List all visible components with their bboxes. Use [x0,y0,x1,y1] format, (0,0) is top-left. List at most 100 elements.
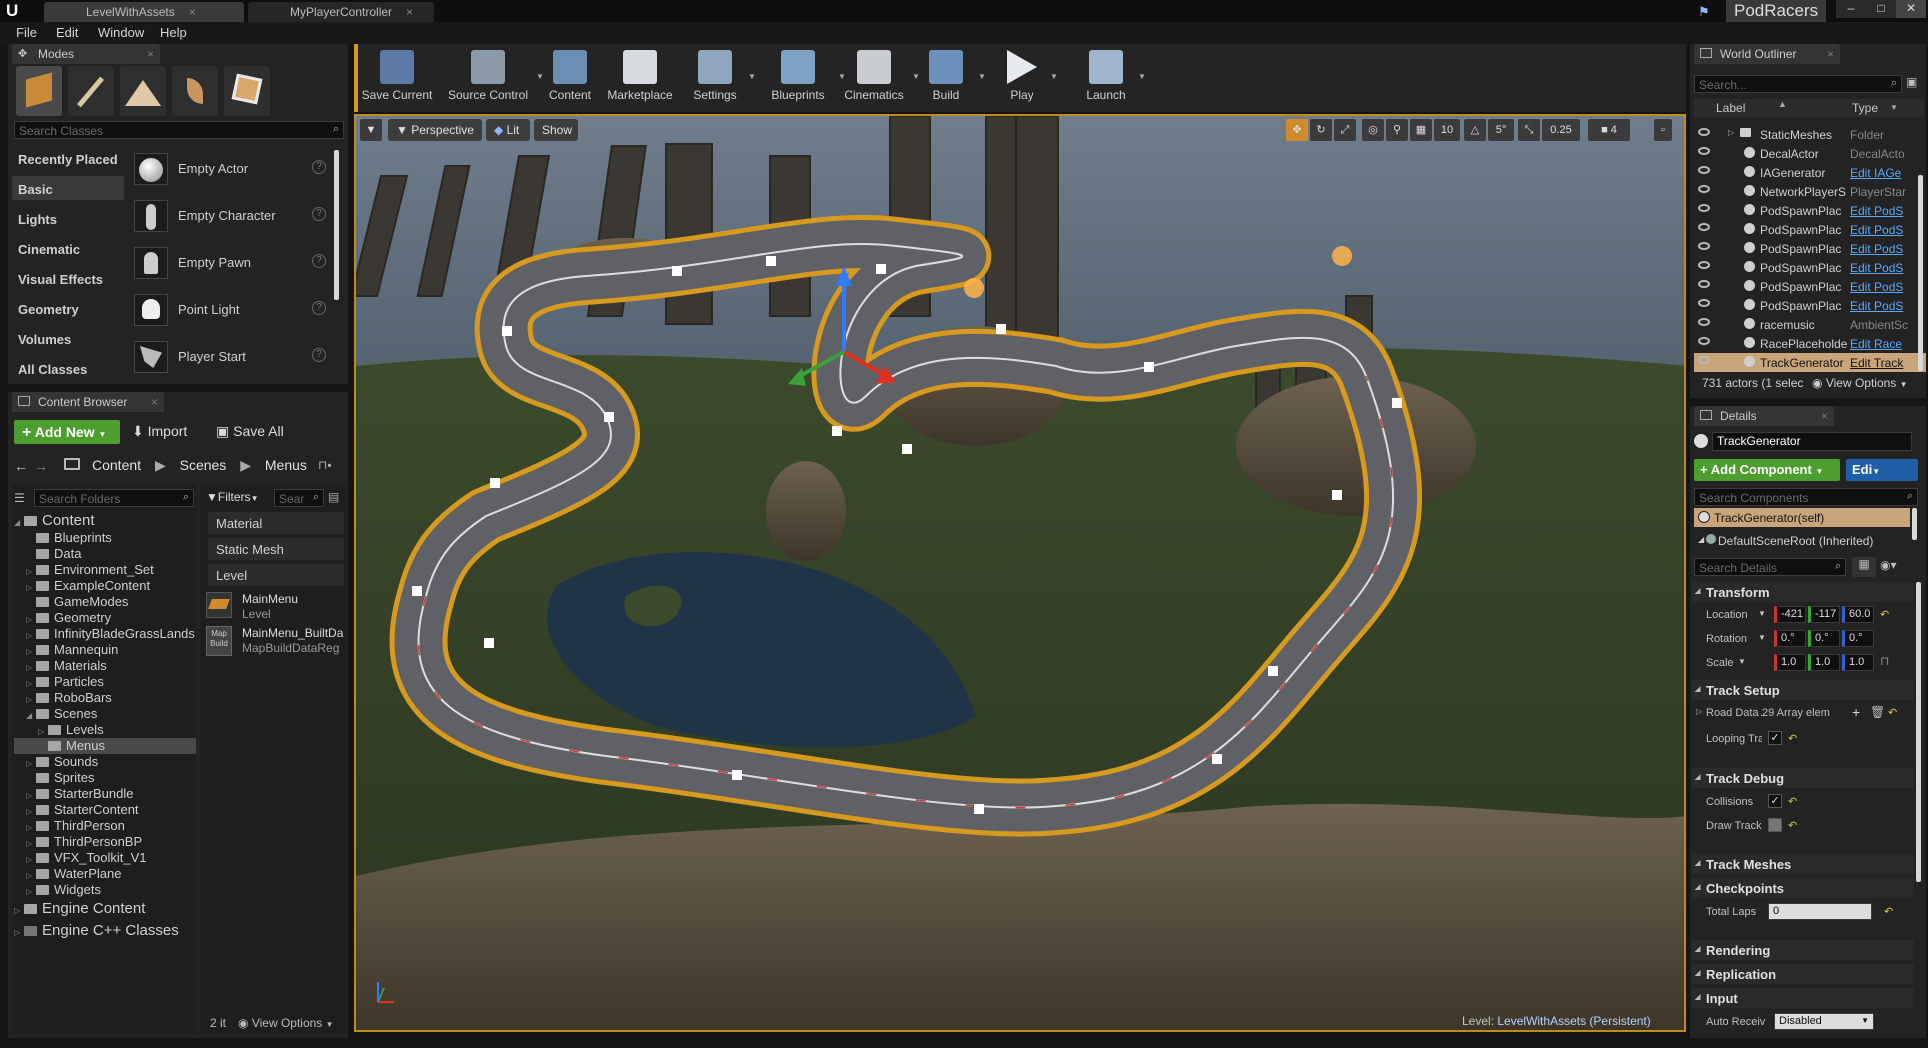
minimize-icon[interactable]: – [1836,0,1866,18]
lock-icon[interactable]: ⊓ [1880,654,1889,668]
scale-x-field[interactable]: 1.0 [1774,654,1806,671]
looping-track-checkbox[interactable]: ✓ [1768,731,1782,745]
tree-folder-item[interactable]: Sprites [14,770,196,786]
outliner-row[interactable]: PodSpawnPlac Edit PodS [1694,258,1926,277]
settings-button[interactable]: Settings [684,48,746,106]
blueprints-button[interactable]: Blueprints [760,48,836,106]
back-arrow-icon[interactable]: ← [14,458,28,474]
tree-folder-item[interactable]: Menus [14,738,196,754]
scale-snap-value[interactable]: 0.25 [1542,119,1580,141]
help-icon[interactable]: ? [312,207,326,221]
eye-icon[interactable] [1698,356,1710,364]
collisions-checkbox[interactable]: ✓ [1768,794,1782,808]
trash-icon[interactable]: 🗑 [1870,705,1885,719]
forward-arrow-icon[interactable]: → [34,458,48,474]
eye-icon[interactable] [1698,223,1710,231]
rotation-snap-value[interactable]: 5° [1488,119,1514,141]
tree-folder-item[interactable]: ▷ VFX_Toolkit_V1 [14,850,196,866]
scrollbar[interactable] [1918,175,1923,371]
search-components-input[interactable]: Search Components ⌕ [1694,488,1918,506]
edit-blueprint-link[interactable]: Edit PodS [1850,223,1926,237]
outliner-search-input[interactable]: Search... ⌕ [1694,75,1902,93]
outliner-row[interactable]: NetworkPlayerS PlayerStar [1694,182,1926,201]
expand-arrow-icon[interactable]: ▷ [26,695,36,704]
tree-folder-item[interactable]: ◢ Scenes [14,706,196,722]
tab-details[interactable]: Details × [1694,406,1834,426]
content-button[interactable]: Content [544,48,596,106]
outliner-row[interactable]: DecalActor DecalActo [1694,144,1926,163]
col-label[interactable]: Label [1716,101,1745,115]
tree-folder-item[interactable]: ▷ StarterBundle [14,786,196,802]
edit-blueprint-link[interactable]: Edit Track [1850,356,1926,370]
close-icon[interactable]: × [1827,47,1834,61]
eye-icon[interactable] [1698,204,1710,212]
asset-item-main-menu[interactable]: MainMenu Level [206,592,346,626]
close-icon[interactable]: × [406,5,413,19]
tree-folder-item[interactable]: ▷ RoboBars [14,690,196,706]
component-default-scene-root[interactable]: ◢ DefaultSceneRoot (Inherited) [1694,532,1910,550]
tree-engine-cpp[interactable]: ▷ Engine C++ Classes [14,922,196,944]
menu-help[interactable]: Help [160,25,187,40]
section-checkpoints[interactable]: Checkpoints [1692,878,1914,898]
category-basic[interactable]: Basic [12,176,124,200]
tab-level-with-assets[interactable]: LevelWithAssets × [44,2,244,22]
perspective-button[interactable]: ▼ Perspective [388,119,482,141]
reset-to-default-icon[interactable]: ↶ [1884,905,1893,918]
grid-snap-value[interactable]: 10 [1434,119,1460,141]
menu-file[interactable]: File [16,25,37,40]
foliage-mode-button[interactable] [172,66,218,116]
breadcrumb-separator-icon[interactable]: ▶ [155,457,166,473]
chevron-down-icon[interactable]: ▼ [1758,633,1766,642]
outliner-row[interactable]: PodSpawnPlac Edit PodS [1694,239,1926,258]
search-classes-input[interactable]: Search Classes ⌕ [14,121,344,139]
rotation-x-field[interactable]: 0.° [1774,630,1806,647]
outliner-row[interactable]: ▷ StaticMeshes Folder [1694,125,1926,144]
location-x-field[interactable]: -421 [1774,606,1806,623]
eye-icon[interactable] [1698,337,1710,345]
maximize-viewport-icon[interactable]: ▫ [1654,119,1672,141]
scale-label[interactable]: Scale [1706,657,1734,669]
expand-arrow-icon[interactable]: ▷ [26,679,36,688]
search-assets-input[interactable]: Sear ⌕ [274,489,324,507]
add-element-icon[interactable]: + [1852,704,1860,720]
marketplace-button[interactable]: Marketplace [604,48,676,106]
edit-blueprint-link[interactable]: Edit IAGe [1850,166,1926,180]
close-icon[interactable]: × [1821,409,1828,423]
reset-to-default-icon[interactable]: ↶ [1880,608,1889,621]
tree-folder-item[interactable]: Blueprints [14,530,196,546]
chevron-down-icon[interactable]: ▼ [748,72,758,81]
breadcrumb-menus[interactable]: Menus [265,457,307,473]
expand-arrow-icon[interactable]: ▷ [26,567,36,576]
expand-arrow-icon[interactable]: ▷ [38,727,48,736]
rotation-z-field[interactable]: 0.° [1842,630,1874,647]
expand-arrow-icon[interactable]: ▷ [26,887,36,896]
help-icon[interactable]: ? [312,160,326,174]
save-current-button[interactable]: Save Current [360,48,434,106]
category-visual-effects[interactable]: Visual Effects [12,266,124,290]
place-item-empty-actor[interactable]: Empty Actor ? [134,150,330,188]
tab-world-outliner[interactable]: World Outliner × [1694,44,1840,64]
launch-button[interactable]: Launch [1076,48,1136,106]
save-search-icon[interactable]: ▤ [328,490,342,504]
expand-arrow-icon[interactable]: ◢ [14,518,24,527]
expand-arrow-icon[interactable]: ▷ [1728,128,1734,137]
location-z-field[interactable]: 60.0 [1842,606,1874,623]
reset-to-default-icon[interactable]: ↶ [1788,819,1797,832]
tab-my-player-controller[interactable]: MyPlayerController × [248,2,434,22]
outliner-row[interactable]: PodSpawnPlac Edit PodS [1694,296,1926,315]
translate-mode-icon[interactable]: ✥ [1286,119,1308,141]
tree-root-content[interactable]: ◢ Content [14,512,196,530]
toolbar-grip[interactable] [354,44,358,112]
play-button[interactable]: Play [996,48,1048,106]
source-control-status-icon[interactable]: ⚑ [1698,4,1716,19]
tree-folder-item[interactable]: ▷ StarterContent [14,802,196,818]
edit-blueprint-button[interactable]: Edi▼ [1846,459,1918,481]
rotation-label[interactable]: Rotation [1706,633,1747,645]
visibility-filter-icon[interactable]: ◉▾ [1880,558,1916,576]
section-transform[interactable]: Transform [1692,582,1914,602]
scale-snap-icon[interactable]: ⤡ [1518,119,1540,141]
sources-toggle-icon[interactable]: ☰ [14,491,30,505]
tree-folder-item[interactable]: ▷ Mannequin [14,642,196,658]
filter-material[interactable]: Material [208,512,344,534]
tree-folder-item[interactable]: ▷ InfinityBladeGrassLands [14,626,196,642]
